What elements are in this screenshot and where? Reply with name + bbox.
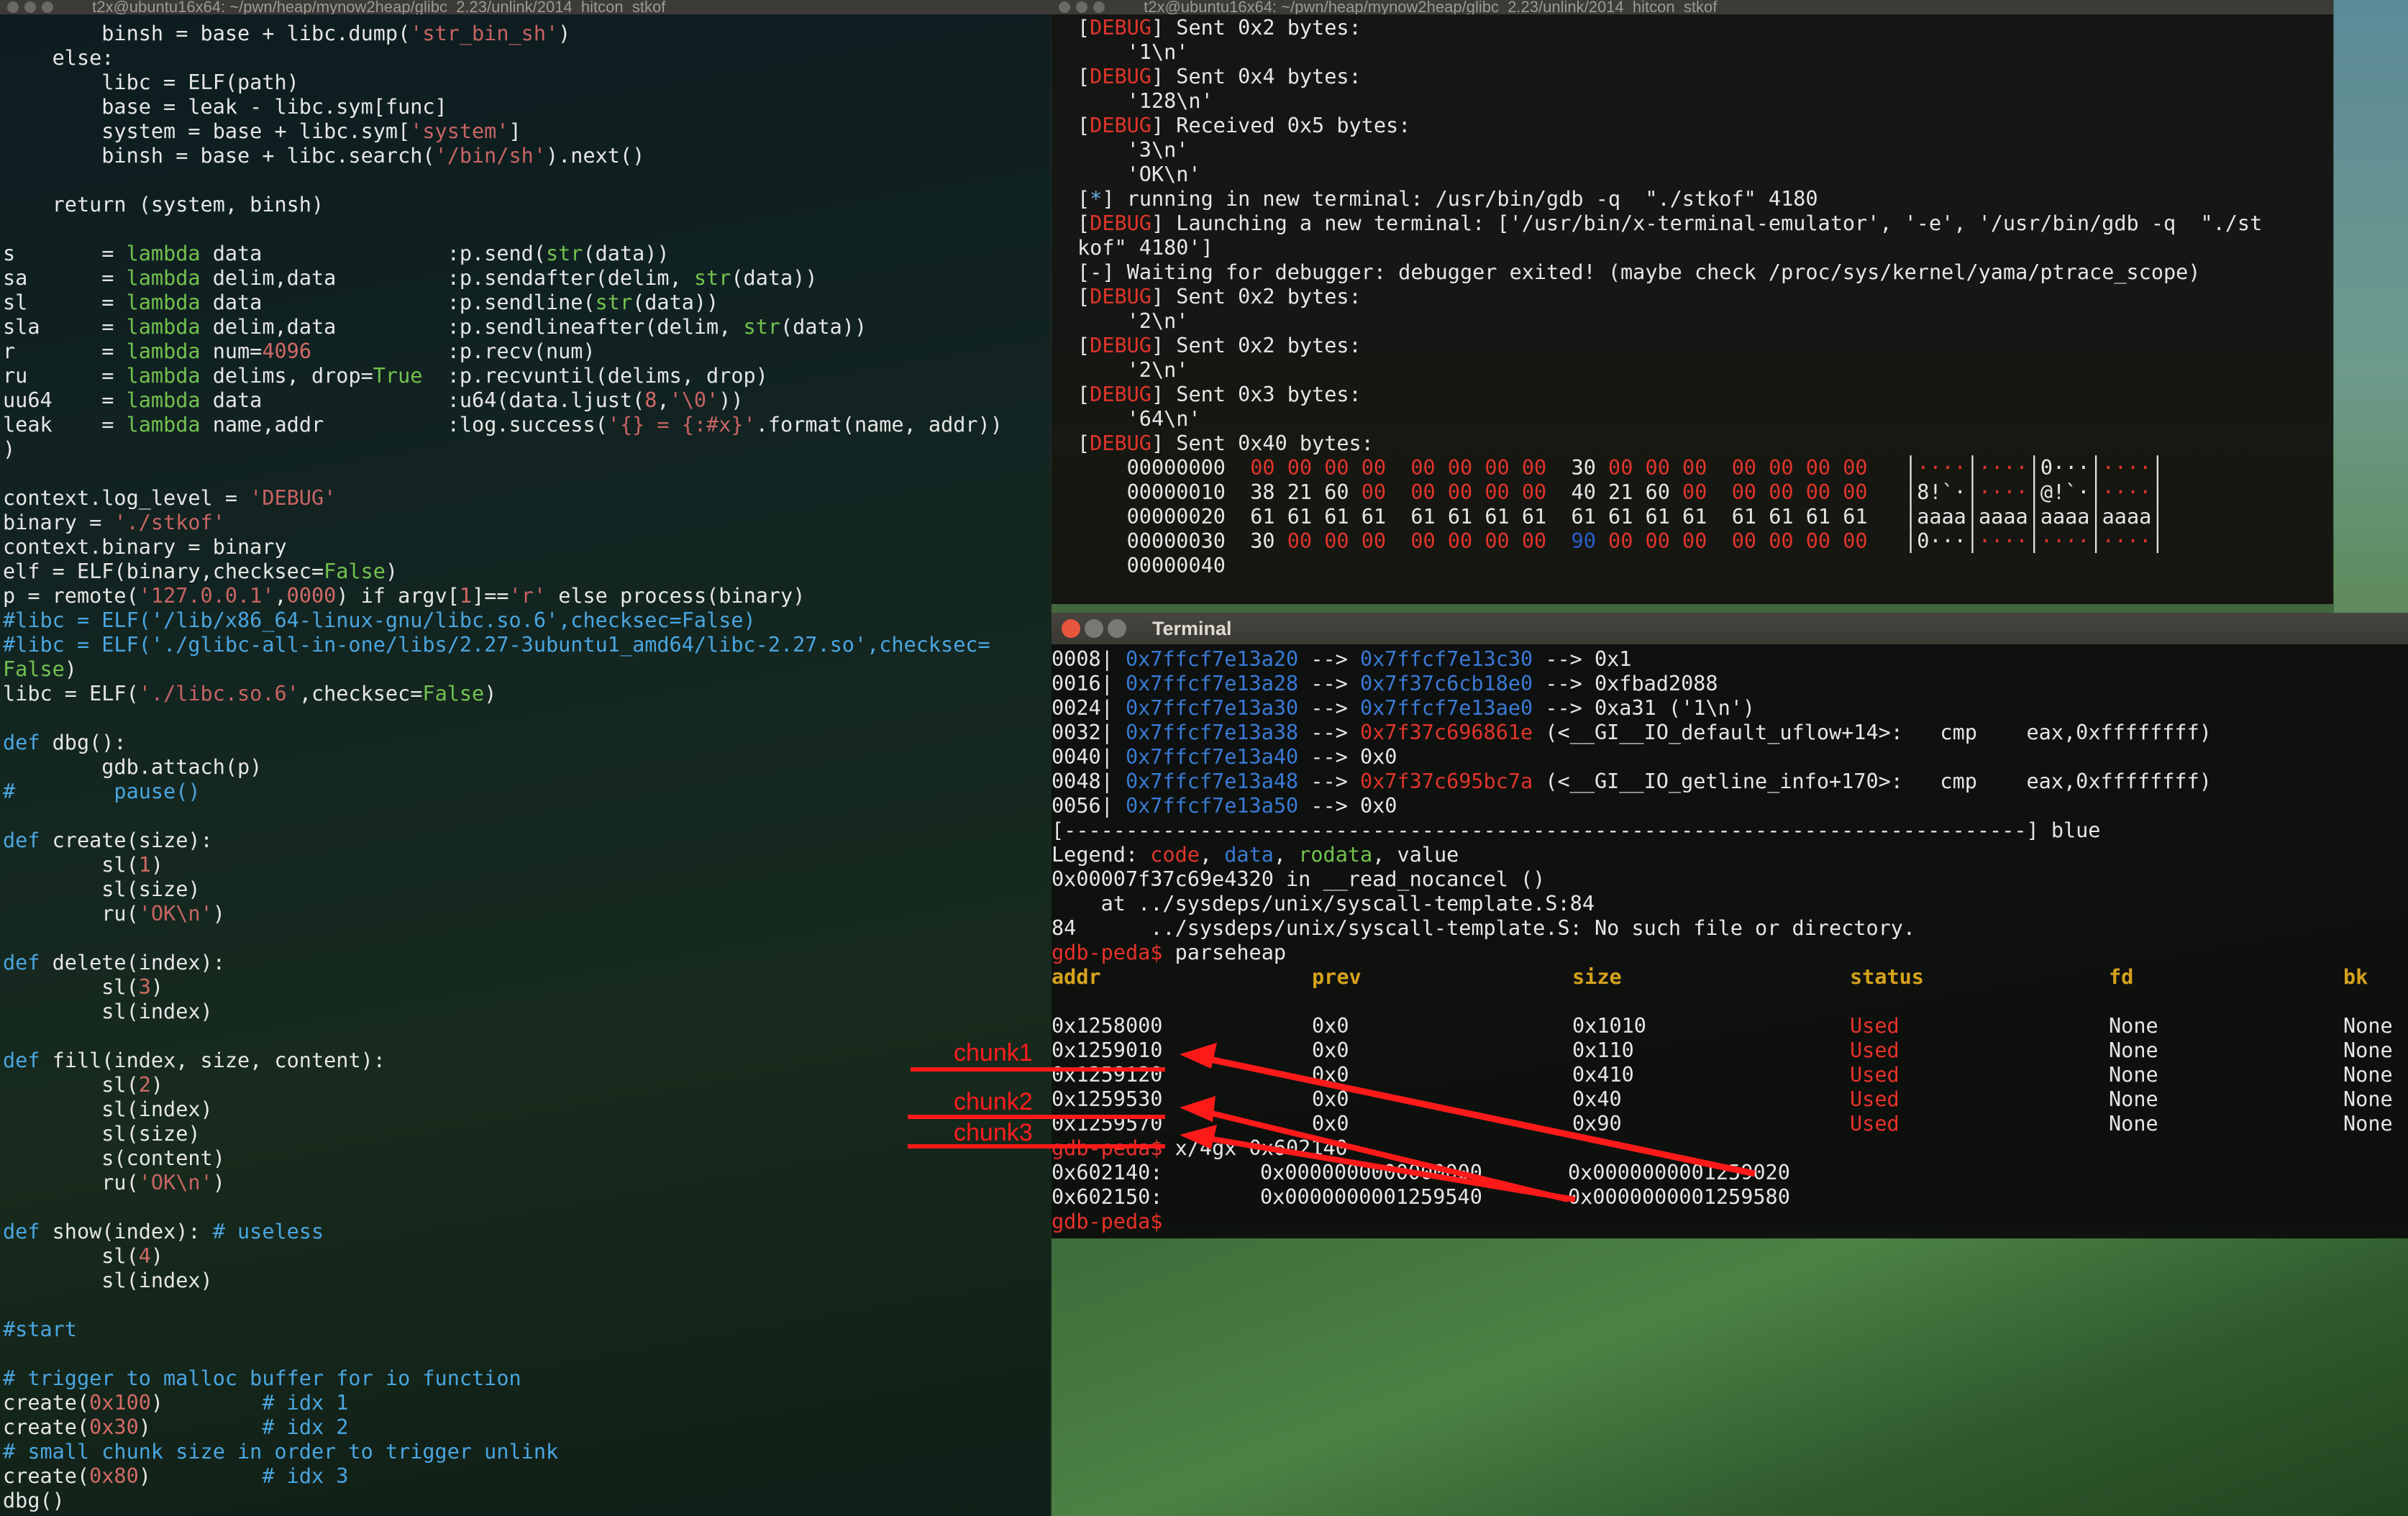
annotation-arrows	[908, 1043, 1756, 1202]
arrow-to-chunk3	[1199, 1134, 1576, 1202]
arrowhead-chunk3	[1180, 1125, 1217, 1149]
arrowhead-chunk2	[1180, 1096, 1216, 1122]
arrow-to-chunk1	[1199, 1054, 1756, 1177]
arrowhead-chunk1	[1180, 1043, 1217, 1069]
